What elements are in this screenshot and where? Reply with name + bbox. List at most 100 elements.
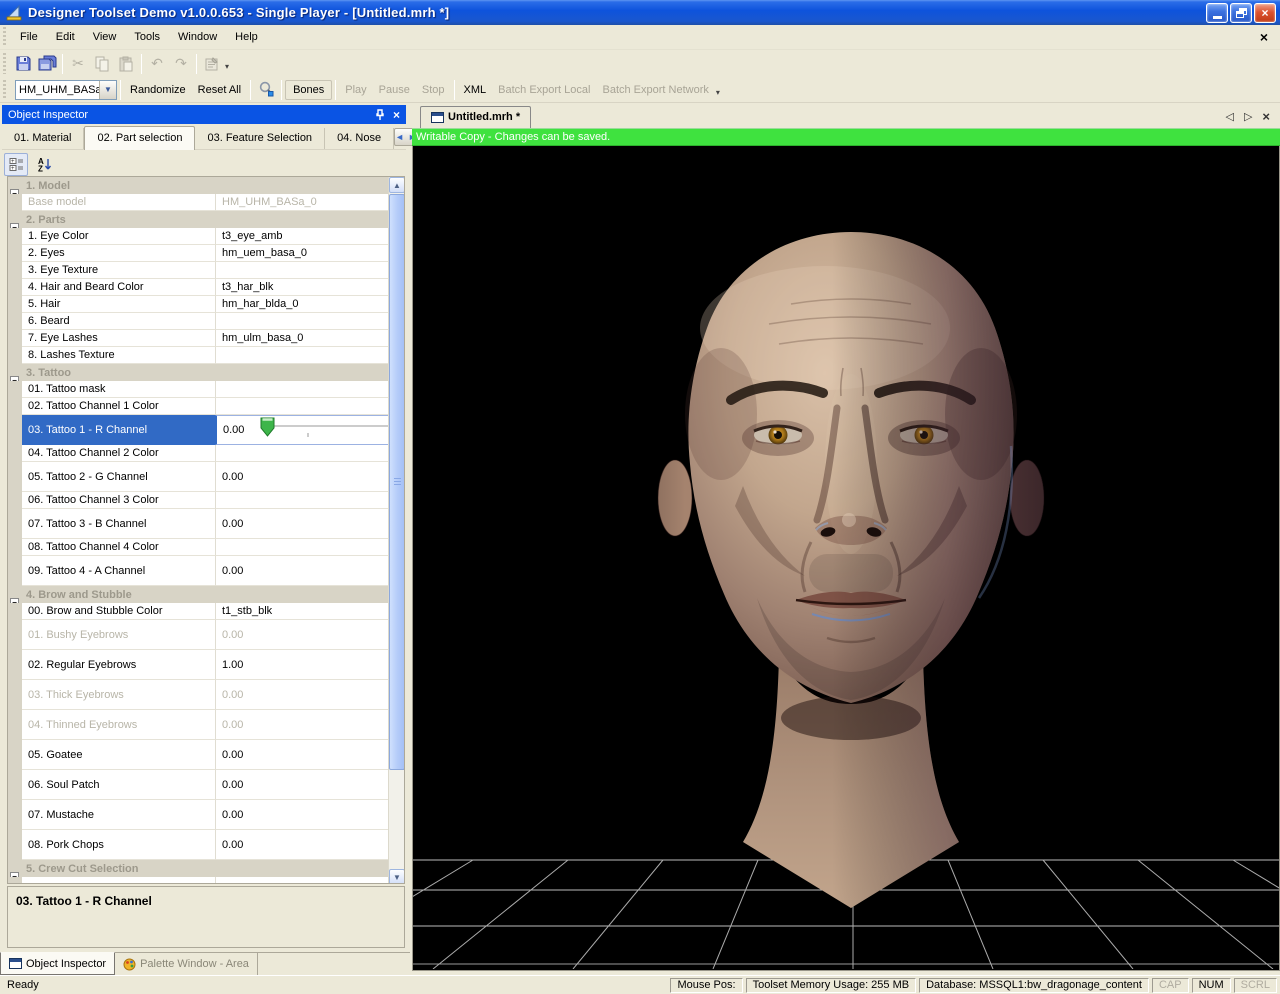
property-row[interactable]: 8. Lashes Texture xyxy=(8,347,388,364)
toolbar-grip[interactable] xyxy=(2,53,7,75)
property-name: 03. Tattoo 1 - R Channel xyxy=(22,415,215,445)
category-row[interactable]: −2. Parts xyxy=(8,211,388,228)
property-row[interactable]: 2. Eyeshm_uem_basa_0 xyxy=(8,245,388,262)
base-model-combobox[interactable]: HM_UHM_BASa_( ▼ xyxy=(15,80,117,100)
property-row[interactable]: 01. Bushy Eyebrows0.00 xyxy=(8,620,388,650)
property-name: 08. Tattoo Channel 4 Color xyxy=(22,539,215,556)
property-row[interactable]: 00. Brow and Stubble Colort1_stb_blk xyxy=(8,603,388,620)
menu-file[interactable]: File xyxy=(11,27,47,47)
menu-window[interactable]: Window xyxy=(169,27,226,47)
toolbar-overflow-icon[interactable]: ▾ xyxy=(715,82,723,97)
property-value: 0.00 xyxy=(222,518,243,530)
property-row[interactable]: 08. Pork Chops0.00 xyxy=(8,830,388,860)
property-row[interactable]: 1. Eye Colort3_eye_amb xyxy=(8,228,388,245)
menu-view[interactable]: View xyxy=(84,27,126,47)
property-name: 04. Thinned Eyebrows xyxy=(22,710,215,740)
menu-bar: FileEditViewToolsWindowHelp × xyxy=(0,25,1280,50)
property-row[interactable]: 05. Tattoo 2 - G Channel0.00 xyxy=(8,462,388,492)
close-button[interactable]: × xyxy=(1254,3,1276,23)
document-close-icon[interactable]: × xyxy=(1256,29,1272,45)
property-row[interactable]: 5. Hairhm_har_blda_0 xyxy=(8,296,388,313)
property-value: t3_har_blk xyxy=(222,281,273,293)
document-nav-next-icon[interactable]: ▷ xyxy=(1244,110,1252,123)
property-row[interactable]: 03. Thick Eyebrows0.00 xyxy=(8,680,388,710)
scrollbar-thumb[interactable] xyxy=(389,194,405,770)
menu-edit[interactable]: Edit xyxy=(47,27,84,47)
magnifier-icon[interactable] xyxy=(254,79,278,101)
3d-viewport[interactable] xyxy=(412,146,1280,971)
document-area: Untitled.mrh * ◁ ▷ × Writable Copy - Cha… xyxy=(412,103,1280,975)
property-value[interactable]: 0.00 xyxy=(223,424,244,436)
inspector-tab-4[interactable]: 04. Nose xyxy=(325,128,394,149)
reset-all-button[interactable]: Reset All xyxy=(192,80,247,100)
category-row[interactable]: −3. Tattoo xyxy=(8,364,388,381)
bottom-tab-object-inspector[interactable]: Object Inspector xyxy=(0,952,115,975)
property-row[interactable]: 09. Tattoo 4 - A Channel0.00 xyxy=(8,556,388,586)
cut-icon: ✂ xyxy=(66,53,90,75)
redo-icon: ↷ xyxy=(169,53,193,75)
toolbar-grip[interactable] xyxy=(2,27,7,46)
document-tab-label: Untitled.mrh * xyxy=(448,111,520,123)
document-nav-close-icon[interactable]: × xyxy=(1262,109,1270,124)
tab-scroll-left-icon[interactable]: ◄ xyxy=(395,132,404,142)
property-row[interactable]: 3. Eye Texture xyxy=(8,262,388,279)
category-row[interactable]: −4. Brow and Stubble xyxy=(8,586,388,603)
restore-button[interactable] xyxy=(1230,3,1252,23)
category-label: 4. Brow and Stubble xyxy=(22,589,132,601)
property-row[interactable]: Base modelHM_UHM_BASa_0 xyxy=(8,194,388,211)
property-name: 8. Lashes Texture xyxy=(22,347,215,364)
bottom-tab-palette-window-area[interactable]: Palette Window - Area xyxy=(115,953,258,975)
bottom-tab-label: Object Inspector xyxy=(26,958,106,970)
property-row[interactable]: 06. Tattoo Channel 3 Color xyxy=(8,492,388,509)
panel-close-icon[interactable]: × xyxy=(393,108,400,122)
chevron-down-icon[interactable]: ▼ xyxy=(99,81,116,99)
category-label: 5. Crew Cut Selection xyxy=(22,863,138,875)
property-row[interactable]: 03. Tattoo 1 - R Channel 0.00 xyxy=(8,415,388,445)
minimize-button[interactable] xyxy=(1206,3,1228,23)
property-row[interactable]: 06. Soul Patch0.00 xyxy=(8,770,388,800)
property-value: 0.00 xyxy=(222,839,243,851)
toolbar-overflow-icon[interactable]: ▾ xyxy=(224,56,232,71)
randomize-button[interactable]: Randomize xyxy=(124,80,192,100)
property-row[interactable]: 02. Tattoo Channel 1 Color xyxy=(8,398,388,415)
categorized-view-icon[interactable]: ++ xyxy=(4,153,28,176)
save-all-icon[interactable] xyxy=(35,53,59,75)
category-row[interactable]: −5. Crew Cut Selection xyxy=(8,860,388,877)
menu-tools[interactable]: Tools xyxy=(125,27,169,47)
property-row[interactable]: 04. Thinned Eyebrows0.00 xyxy=(8,710,388,740)
writable-copy-banner: Writable Copy - Changes can be saved. xyxy=(412,128,1280,146)
paste-icon xyxy=(114,53,138,75)
standard-toolbar: ✂ ↶ ↷ ▾ xyxy=(0,50,1280,77)
alphabetical-sort-icon[interactable]: AZ xyxy=(32,153,56,176)
xml-button[interactable]: XML xyxy=(458,80,493,100)
value-slider[interactable] xyxy=(258,416,388,445)
inspector-tab-2[interactable]: 02. Part selection xyxy=(84,126,195,150)
pin-icon[interactable] xyxy=(375,109,385,121)
property-name: 6. Beard xyxy=(22,313,215,330)
property-row[interactable]: 05. Goatee0.00 xyxy=(8,740,388,770)
property-row[interactable]: 6. Beard xyxy=(8,313,388,330)
property-row[interactable]: 07. Tattoo 3 - B Channel0.00 xyxy=(8,509,388,539)
bones-button[interactable]: Bones xyxy=(285,80,332,100)
property-row[interactable]: 02. Regular Eyebrows1.00 xyxy=(8,650,388,680)
property-row[interactable] xyxy=(8,877,388,884)
status-bar: Ready Mouse Pos: Toolset Memory Usage: 2… xyxy=(0,975,1280,994)
property-row[interactable]: 04. Tattoo Channel 2 Color xyxy=(8,445,388,462)
property-row[interactable]: 01. Tattoo mask xyxy=(8,381,388,398)
property-grid-scrollbar[interactable]: ▲ ▼ xyxy=(388,177,404,883)
scroll-up-icon[interactable]: ▲ xyxy=(389,177,405,193)
property-row[interactable]: 4. Hair and Beard Colort3_har_blk xyxy=(8,279,388,296)
property-row[interactable]: 07. Mustache0.00 xyxy=(8,800,388,830)
document-nav-prev-icon[interactable]: ◁ xyxy=(1225,110,1233,123)
inspector-tab-3[interactable]: 03. Feature Selection xyxy=(195,128,325,149)
scroll-down-icon[interactable]: ▼ xyxy=(389,869,405,884)
property-row[interactable]: 08. Tattoo Channel 4 Color xyxy=(8,539,388,556)
category-row[interactable]: −1. Model xyxy=(8,177,388,194)
property-row[interactable]: 7. Eye Lasheshm_ulm_basa_0 xyxy=(8,330,388,347)
menu-help[interactable]: Help xyxy=(226,27,267,47)
save-icon[interactable] xyxy=(11,53,35,75)
inspector-tab-1[interactable]: 01. Material xyxy=(2,128,84,149)
document-tab[interactable]: Untitled.mrh * xyxy=(420,106,531,128)
toolbar-grip[interactable] xyxy=(2,80,7,100)
inspector-tab-strip: 01. Material02. Part selection03. Featur… xyxy=(2,125,406,150)
